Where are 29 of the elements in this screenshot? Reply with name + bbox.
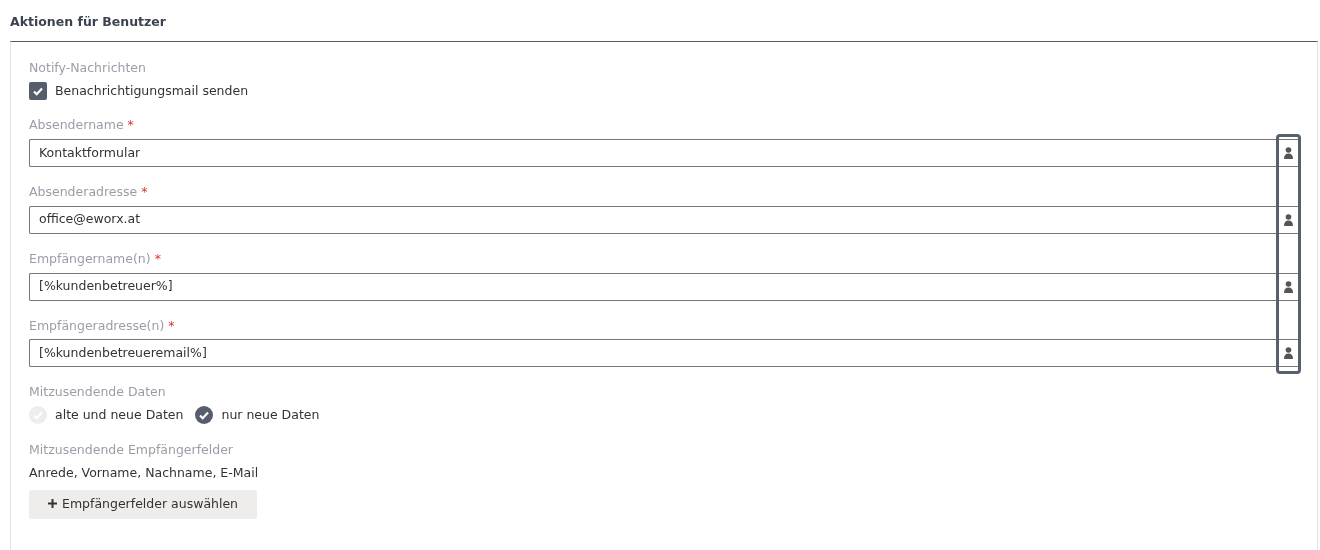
field-label: Empfängername(n): [29, 250, 151, 266]
input-field[interactable]: [%kundenbetreueremail%]: [29, 339, 1278, 368]
input-field[interactable]: Kontaktformular: [29, 139, 1278, 167]
user-icon[interactable]: [1284, 147, 1293, 159]
add-button[interactable]: Empfängerfelder auswählen: [29, 490, 258, 519]
field-label: Absendername: [29, 117, 124, 133]
input-field[interactable]: [%kundenbetreuer%]: [29, 272, 1278, 301]
radio-label: nur neue Daten: [221, 406, 320, 424]
user-icon[interactable]: [1284, 280, 1293, 293]
field-label: Notify-Nachrichten: [29, 58, 147, 77]
section-heading: Aktionen für Benutzer: [9, 13, 167, 31]
field-label: Mitzusendende Daten: [29, 383, 167, 402]
plus-icon: [48, 499, 57, 509]
field-value: Anrede, Vorname, Nachname, E-Mail: [29, 463, 260, 482]
user-icon[interactable]: [1284, 213, 1293, 226]
radio-label: alte und neue Daten: [55, 406, 184, 424]
check-icon: [198, 409, 211, 422]
input-field[interactable]: office@eworx.at: [29, 205, 1278, 234]
user-icon[interactable]: [1284, 347, 1293, 360]
checkbox[interactable]: [29, 81, 47, 100]
field-label: Empfängeradresse(n): [29, 317, 165, 333]
field-label: Mitzusendende Empfängerfelder: [29, 440, 234, 459]
required-mark: *: [141, 184, 148, 199]
field-label: Absenderadresse: [29, 184, 138, 199]
required-mark: *: [127, 117, 134, 133]
radio-button[interactable]: [195, 406, 214, 425]
required-mark: *: [168, 317, 175, 333]
required-mark: *: [154, 250, 161, 266]
checkbox-label: Benachrichtigungsmail senden: [55, 81, 249, 100]
